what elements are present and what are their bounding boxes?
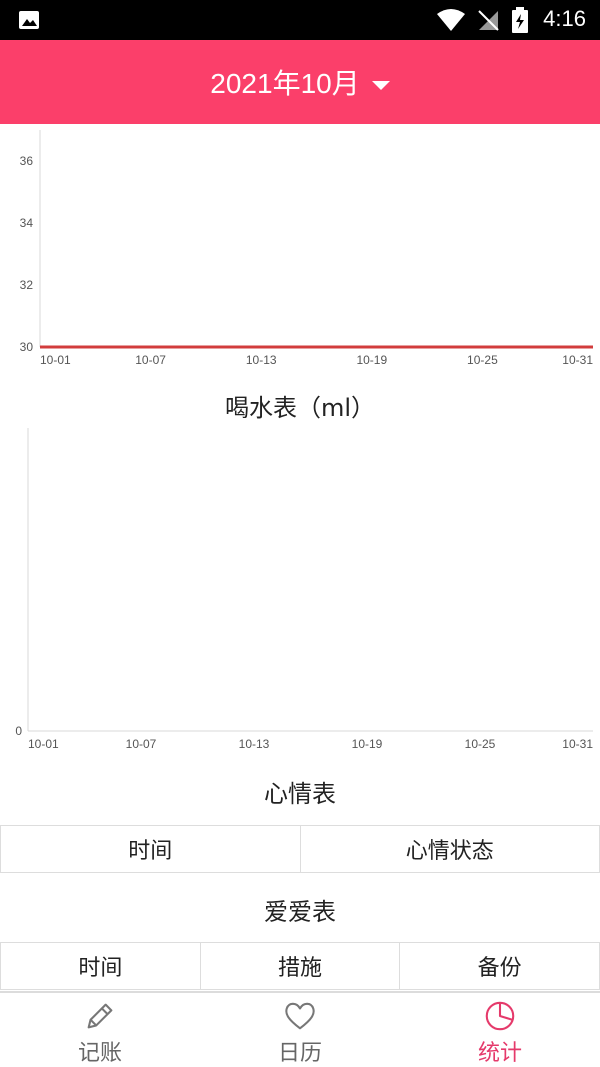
x-tick-label: 10-31 xyxy=(562,353,593,367)
x-tick-label: 10-19 xyxy=(356,353,387,367)
pencil-icon xyxy=(87,1003,113,1029)
x-tick-label: 10-25 xyxy=(467,353,498,367)
pie-chart-icon xyxy=(485,1001,515,1031)
x-tick-label: 10-13 xyxy=(239,737,270,751)
y-tick-label: 34 xyxy=(20,216,34,230)
x-tick-label: 10-01 xyxy=(28,737,59,751)
app-header: 2021年10月 xyxy=(0,40,600,124)
battery-charging-icon xyxy=(512,7,528,33)
nav-label-calendar: 日历 xyxy=(277,1041,322,1066)
x-tick-label: 10-19 xyxy=(352,737,383,751)
love-col-measure: 措施 xyxy=(201,943,401,989)
nav-item-statistics[interactable]: 统计 xyxy=(400,993,600,1067)
mood-table-header: 时间 心情状态 xyxy=(0,825,600,873)
mood-col-state: 心情状态 xyxy=(405,839,494,864)
heart-icon xyxy=(285,1002,315,1030)
nav-label-bookkeeping: 记账 xyxy=(77,1041,122,1066)
x-tick-label: 10-01 xyxy=(40,353,71,367)
status-time: 4:16 xyxy=(543,6,586,31)
temperature-chart: 36 34 32 30 10-01 10-07 10-13 10-19 10-25 10-31 xyxy=(20,130,593,367)
y-tick-label: 0 xyxy=(15,724,22,738)
mood-table-title: 心情表 xyxy=(264,780,336,808)
nav-item-bookkeeping[interactable]: 记账 xyxy=(0,993,200,1067)
mood-col-time: 时间 xyxy=(1,826,301,872)
water-chart: 0 10-01 10-07 10-13 10-19 10-25 10-31 xyxy=(15,428,593,751)
nav-label-statistics: 统计 xyxy=(477,1041,522,1066)
y-tick-label: 32 xyxy=(20,278,34,292)
love-table-title: 爱爱表 xyxy=(264,898,336,926)
nav-item-calendar[interactable]: 日历 xyxy=(200,993,400,1067)
love-col-backup: 备份 xyxy=(477,956,522,981)
signal-off-icon xyxy=(478,10,499,31)
y-tick-label: 30 xyxy=(20,340,34,354)
x-tick-label: 10-31 xyxy=(562,737,593,751)
month-selector[interactable]: 2021年10月 xyxy=(0,62,600,102)
x-tick-label: 10-07 xyxy=(135,353,166,367)
bottom-nav: 记账 日历 统计 xyxy=(0,991,600,1067)
wifi-icon xyxy=(437,9,465,31)
status-bar: 4:16 xyxy=(0,0,600,40)
water-chart-title: 喝水表（ml） xyxy=(224,394,376,422)
dropdown-arrow-icon xyxy=(371,81,390,91)
love-col-time: 时间 xyxy=(1,943,201,989)
y-tick-label: 36 xyxy=(20,154,34,168)
image-icon xyxy=(19,11,39,29)
x-tick-label: 10-13 xyxy=(246,353,277,367)
x-tick-label: 10-07 xyxy=(126,737,157,751)
month-label: 2021年10月 xyxy=(210,68,360,99)
love-table-header: 时间 措施 备份 xyxy=(0,942,600,990)
x-tick-label: 10-25 xyxy=(465,737,496,751)
